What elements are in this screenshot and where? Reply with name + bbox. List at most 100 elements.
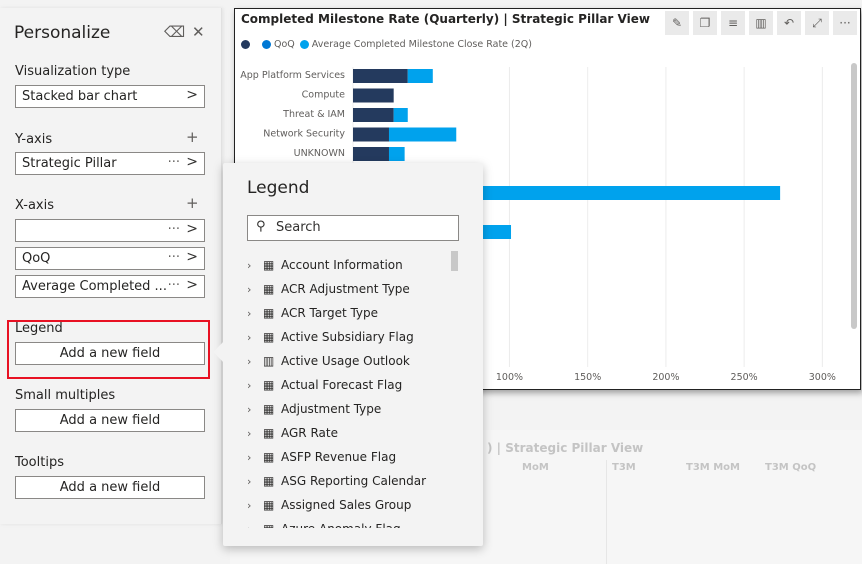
- bar-segment[interactable]: [353, 127, 389, 142]
- bar-segment[interactable]: [353, 88, 394, 103]
- bar-segment[interactable]: [388, 127, 457, 142]
- chevron-right-icon: >: [186, 221, 198, 237]
- field-list-item[interactable]: › ▦ Actual Forecast Flag: [247, 373, 453, 397]
- y-category-label: Compute: [302, 90, 345, 101]
- bar-segment[interactable]: [353, 147, 389, 161]
- chevron-right-icon: >: [186, 249, 198, 265]
- chevron-right-icon[interactable]: ›: [247, 259, 263, 272]
- add-small-multiples-field-button[interactable]: Add a new field: [15, 409, 205, 432]
- field-label: Actual Forecast Flag: [281, 378, 403, 392]
- chevron-right-icon[interactable]: ›: [247, 307, 263, 320]
- field-list-item[interactable]: › ▦ Active Subsidiary Flag: [247, 325, 453, 349]
- viz-type-value: Stacked bar chart: [22, 89, 138, 104]
- chevron-right-icon[interactable]: ›: [247, 355, 263, 368]
- chevron-right-icon[interactable]: ›: [247, 523, 263, 529]
- field-label: ACR Target Type: [281, 306, 379, 320]
- bar-segment[interactable]: [407, 69, 433, 83]
- chevron-right-icon: >: [186, 87, 198, 103]
- add-x-axis-icon[interactable]: +: [186, 194, 199, 212]
- x-axis-field[interactable]: Average Completed ... ··· >: [15, 275, 205, 298]
- field-label: Account Information: [281, 258, 403, 272]
- table-icon: ▦: [263, 378, 275, 392]
- x-axis-field[interactable]: QoQ ··· >: [15, 247, 205, 270]
- x-tick-label: 300%: [809, 372, 836, 383]
- tooltips-label: Tooltips: [15, 455, 64, 470]
- chevron-right-icon[interactable]: ›: [247, 499, 263, 512]
- pane-title: Personalize: [14, 23, 111, 43]
- more-options-icon[interactable]: ···: [168, 222, 180, 237]
- table-icon: ▦: [263, 474, 275, 488]
- x-tick-label: 100%: [496, 372, 523, 383]
- field-list-item[interactable]: › ▦ ASFP Revenue Flag: [247, 445, 453, 469]
- field-label: Adjustment Type: [281, 402, 382, 416]
- y-axis-label: Y-axis: [15, 132, 53, 147]
- chevron-right-icon[interactable]: ›: [247, 283, 263, 296]
- y-category-label: Threat & IAM: [282, 109, 345, 120]
- bar-segment[interactable]: [353, 108, 394, 122]
- bar-segment[interactable]: [393, 108, 408, 122]
- field-list-item[interactable]: › ▦ Account Information: [247, 253, 453, 277]
- field-list-item[interactable]: › ▥ Active Usage Outlook: [247, 349, 453, 373]
- field-name: Strategic Pillar: [22, 156, 117, 171]
- chevron-right-icon[interactable]: ›: [247, 427, 263, 440]
- column-header: T3M: [612, 462, 636, 473]
- divider: [606, 460, 607, 564]
- chevron-right-icon[interactable]: ›: [247, 475, 263, 488]
- table-icon: ▦: [263, 306, 275, 320]
- table-icon: ▦: [263, 330, 275, 344]
- more-options-icon[interactable]: ···: [168, 250, 180, 265]
- field-search-input[interactable]: ⚲ Search: [247, 215, 459, 241]
- more-options-icon[interactable]: ···: [168, 155, 180, 170]
- scrollbar[interactable]: [451, 251, 458, 271]
- legend-field-picker: Legend ⚲ Search › ▦ Account Information › ▦ AC…: [213, 163, 483, 546]
- table-icon: ▦: [263, 282, 275, 296]
- table-icon: ▦: [263, 450, 275, 464]
- more-options-icon[interactable]: ···: [168, 278, 180, 293]
- bar-segment[interactable]: [388, 147, 405, 161]
- chevron-right-icon[interactable]: ›: [247, 403, 263, 416]
- field-list-item[interactable]: › ▦ ACR Target Type: [247, 301, 453, 325]
- field-label: ASG Reporting Calendar: [281, 474, 427, 488]
- x-tick-label: 250%: [731, 372, 758, 383]
- column-header: T3M QoQ: [765, 462, 817, 473]
- close-icon[interactable]: ✕: [192, 23, 205, 41]
- y-category-label: App Platform Services: [240, 70, 345, 81]
- table-icon: ▦: [263, 426, 275, 440]
- field-label: AGR Rate: [281, 426, 338, 440]
- table-icon: ▦: [263, 402, 275, 416]
- field-name: Average Completed ...: [22, 279, 167, 294]
- y-category-label: Network Security: [263, 129, 345, 140]
- field-list-item[interactable]: › ▦ AGR Rate: [247, 421, 453, 445]
- field-label: Active Subsidiary Flag: [281, 330, 414, 344]
- field-list: › ▦ Account Information › ▦ ACR Adjustment Ty…: [247, 253, 453, 528]
- table-icon: ▦: [263, 498, 275, 512]
- field-list-item[interactable]: › ▦ ASG Reporting Calendar: [247, 469, 453, 493]
- field-list-item[interactable]: › ▦ Assigned Sales Group: [247, 493, 453, 517]
- chevron-right-icon[interactable]: ›: [247, 379, 263, 392]
- scrollbar[interactable]: [851, 63, 857, 329]
- add-y-axis-icon[interactable]: +: [186, 128, 199, 146]
- field-list-item[interactable]: › ▦ Adjustment Type: [247, 397, 453, 421]
- small-multiples-label: Small multiples: [15, 388, 116, 403]
- column-header: MoM: [522, 462, 549, 473]
- y-category-label: UNKNOWN: [294, 148, 345, 159]
- field-label: Active Usage Outlook: [281, 354, 410, 368]
- legend-highlight: [7, 320, 210, 379]
- x-tick-label: 200%: [652, 372, 679, 383]
- x-axis-label: X-axis: [15, 198, 54, 213]
- bar-segment[interactable]: [353, 69, 408, 83]
- search-placeholder: Search: [276, 220, 321, 235]
- x-tick-label: 150%: [574, 372, 601, 383]
- table-icon: ▦: [263, 258, 275, 272]
- chevron-right-icon[interactable]: ›: [247, 451, 263, 464]
- field-list-item[interactable]: › ▦ ACR Adjustment Type: [247, 277, 453, 301]
- x-axis-field[interactable]: ··· >: [15, 219, 205, 242]
- field-name: QoQ: [22, 251, 51, 266]
- viz-type-select[interactable]: Stacked bar chart >: [15, 85, 205, 108]
- y-axis-field[interactable]: Strategic Pillar ··· >: [15, 152, 205, 175]
- eraser-icon[interactable]: ⌫: [164, 23, 185, 41]
- field-label: ACR Adjustment Type: [281, 282, 410, 296]
- field-list-item[interactable]: ›▦Azure Anomaly Flag: [247, 517, 453, 528]
- add-tooltips-field-button[interactable]: Add a new field: [15, 476, 205, 499]
- chevron-right-icon[interactable]: ›: [247, 331, 263, 344]
